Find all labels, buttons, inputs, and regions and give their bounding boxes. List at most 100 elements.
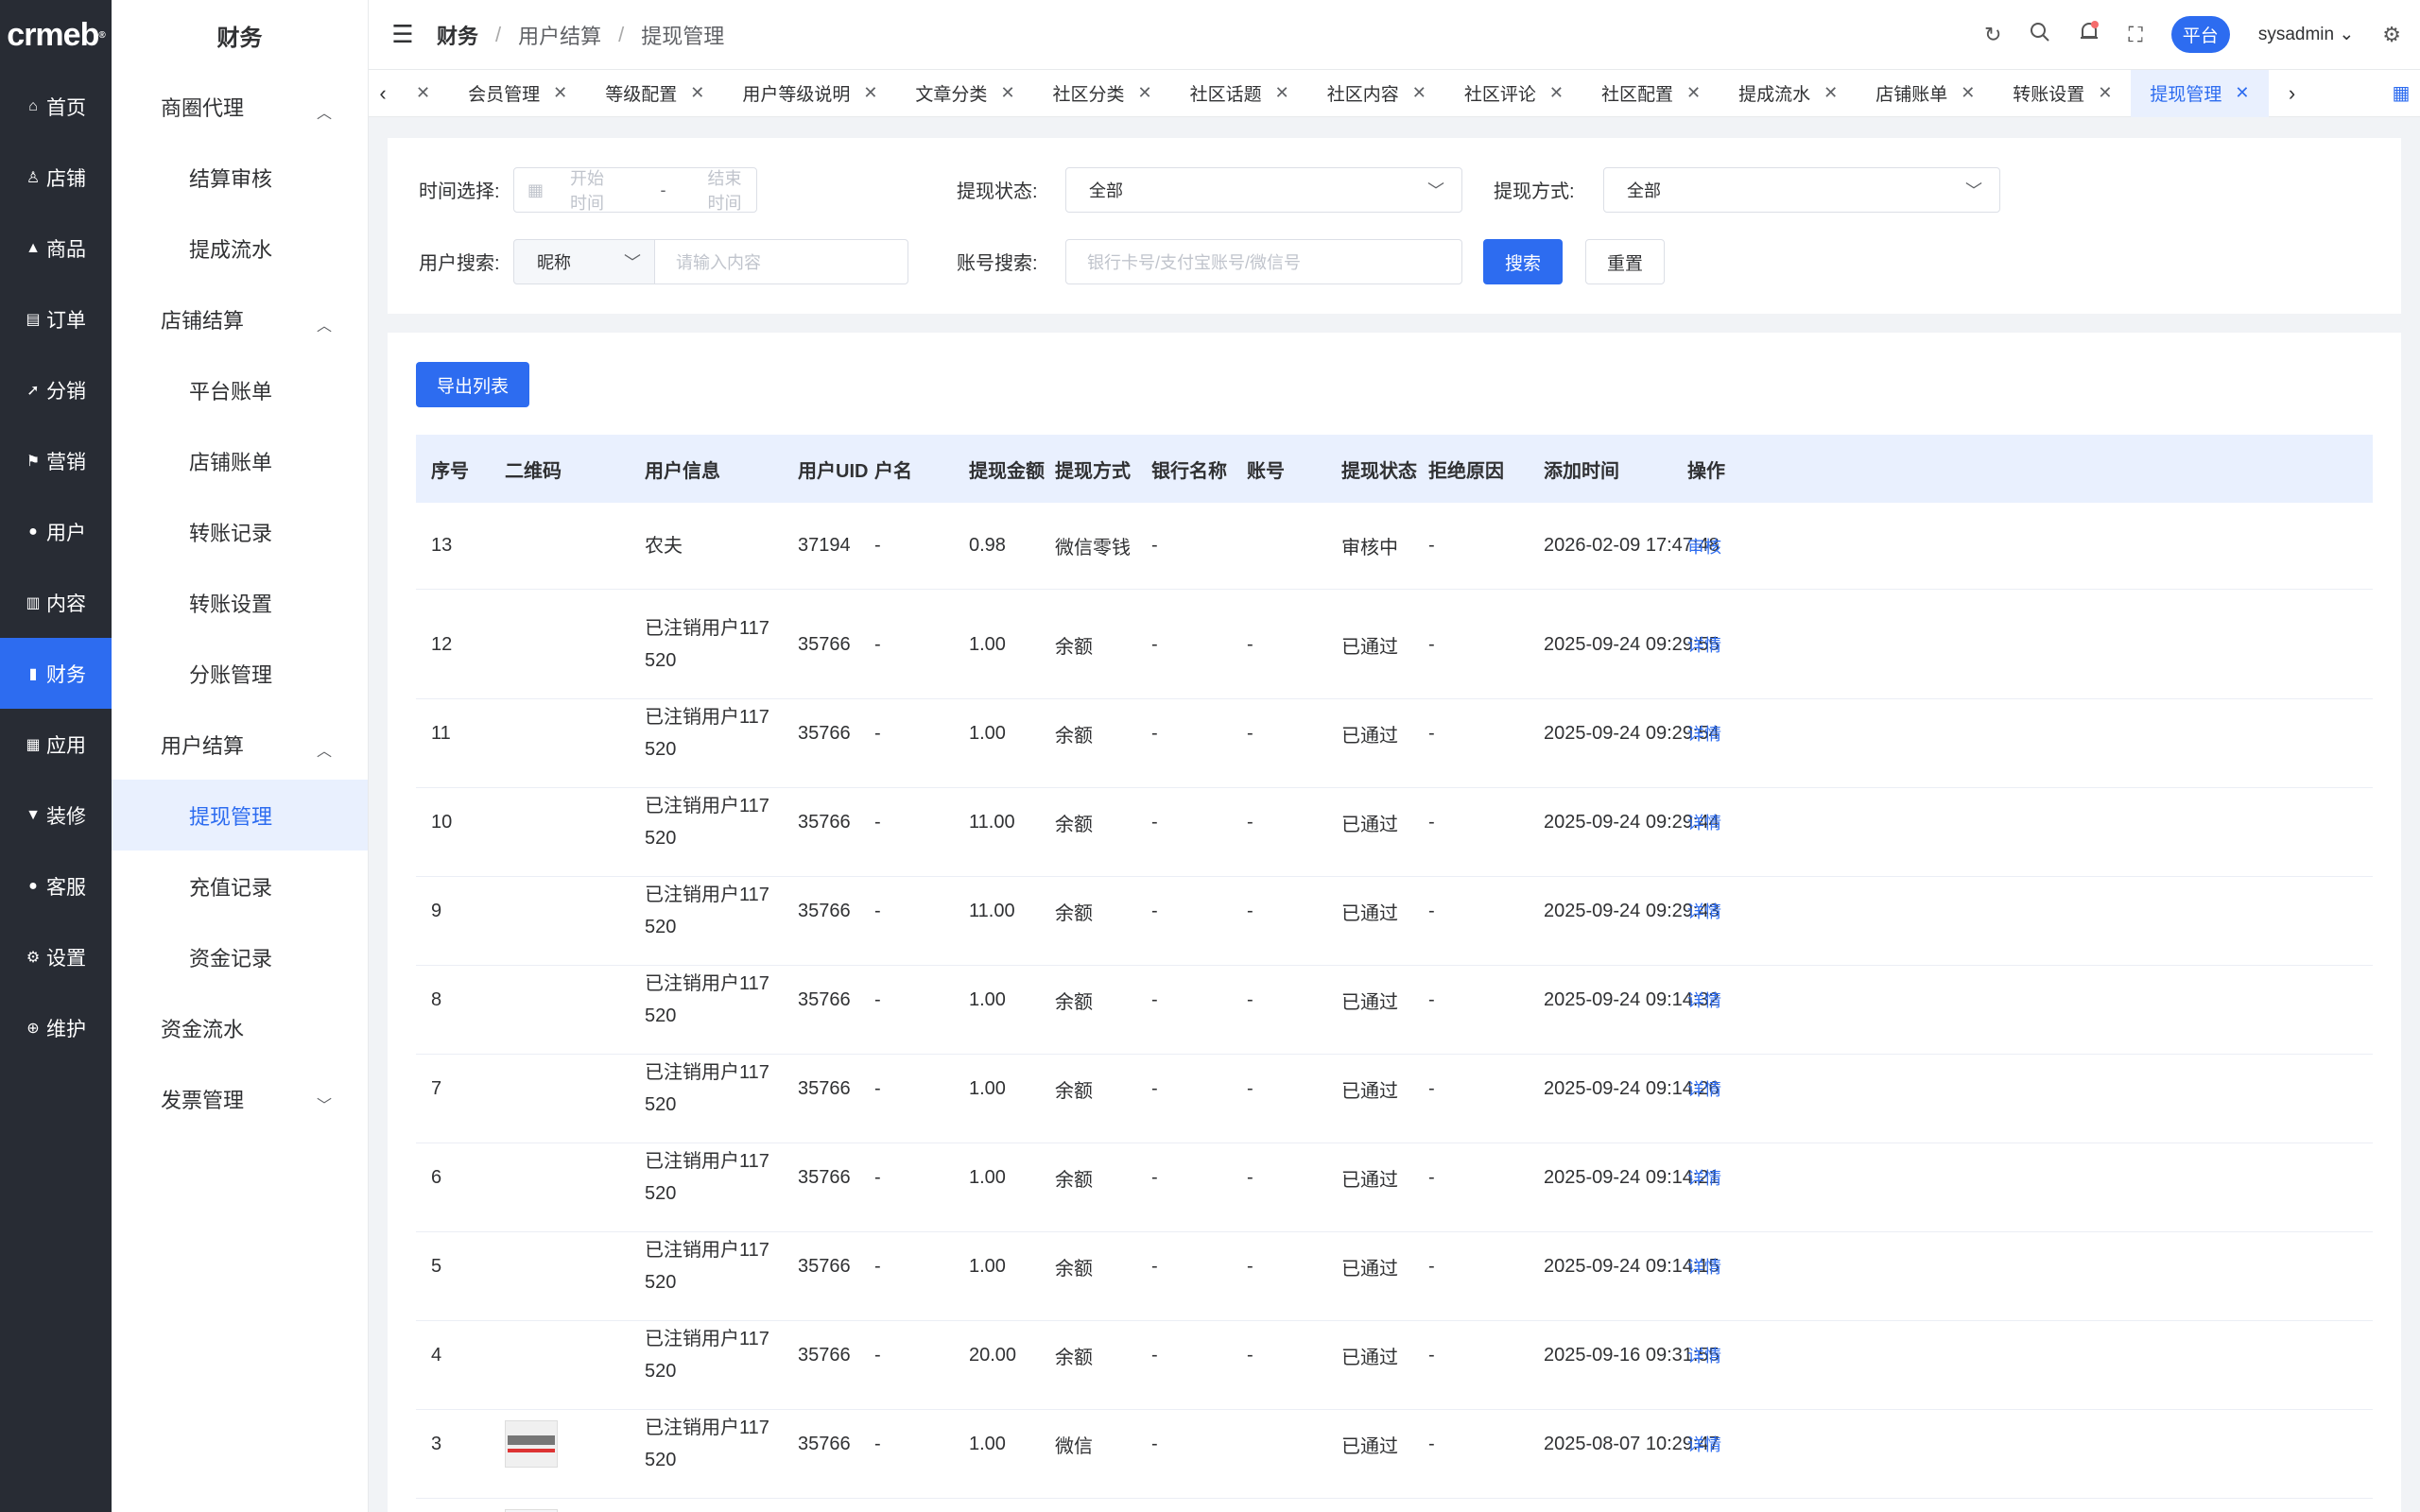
rail-item-6[interactable]: ● 用户	[0, 496, 112, 567]
method-select[interactable]: 全部 ﹀	[1603, 167, 2000, 213]
detail-link[interactable]: 详情	[1687, 1479, 1721, 1512]
tab-9[interactable]: 提成流水 ✕	[1720, 70, 1857, 117]
submenu-group-3[interactable]: 店铺结算 ︿	[112, 284, 368, 354]
close-icon[interactable]: ✕	[863, 83, 877, 103]
submenu-label: 转账记录	[189, 521, 273, 545]
account-search-input[interactable]: 银行卡号/支付宝账号/微信号	[1065, 239, 1462, 284]
submenu-label: 资金流水	[161, 1017, 245, 1041]
account-search-placeholder: 银行卡号/支付宝账号/微信号	[1087, 253, 1302, 272]
date-range-picker[interactable]: ▦ 开始时间 - 结束时间	[513, 167, 757, 213]
close-icon[interactable]: ✕	[1549, 83, 1564, 103]
tab-6[interactable]: 社区内容 ✕	[1308, 70, 1445, 117]
close-icon[interactable]: ✕	[1275, 83, 1289, 103]
tab-2[interactable]: 用户等级说明 ✕	[723, 70, 896, 117]
submenu-item-5[interactable]: 店铺账单	[112, 425, 368, 496]
close-icon[interactable]: ✕	[553, 83, 567, 103]
rail-item-13[interactable]: ⊕ 维护	[0, 992, 112, 1063]
fullscreen-icon[interactable]: ⛶	[2128, 23, 2142, 47]
status-select[interactable]: 全部 ﹀	[1065, 167, 1462, 213]
tab-close-stub[interactable]: ✕	[397, 70, 449, 117]
table-row: 13 农夫 37194-0.98 微信零钱 - 审核中 -2026-02-09 17:47:…	[416, 503, 2373, 590]
submenu-label: 商圈代理	[161, 95, 245, 120]
close-icon[interactable]: ✕	[1138, 83, 1152, 103]
rail-item-0[interactable]: ⌂ 首页	[0, 71, 112, 142]
close-icon[interactable]: ✕	[1000, 83, 1014, 103]
brand-logo[interactable]: crmeb ®	[0, 0, 112, 71]
review-link[interactable]: 审核	[1687, 503, 1721, 589]
submenu-item-11[interactable]: 充值记录	[112, 850, 368, 921]
user-info-line: 520	[645, 1450, 677, 1470]
rail-item-2[interactable]: ▲ 商品	[0, 213, 112, 284]
start-time-input[interactable]: 开始时间	[570, 165, 618, 215]
tab-10[interactable]: 店铺账单 ✕	[1857, 70, 1994, 117]
notification-bell-icon[interactable]	[2079, 20, 2100, 49]
menu-toggle-icon[interactable]: ☰	[369, 20, 437, 49]
rail-item-5[interactable]: ⚑ 营销	[0, 425, 112, 496]
close-icon[interactable]: ✕	[416, 83, 430, 103]
tabs-menu-grid-icon[interactable]: ▦	[2382, 81, 2420, 105]
close-icon[interactable]: ✕	[2098, 83, 2112, 103]
tabs-scroll-right-icon[interactable]: ›	[2278, 81, 2307, 106]
submenu-item-12[interactable]: 资金记录	[112, 921, 368, 992]
settings-gear-icon[interactable]: ⚙	[2382, 23, 2401, 47]
qr-code-image[interactable]	[505, 1420, 558, 1468]
submenu-item-1[interactable]: 结算审核	[112, 142, 368, 213]
submenu-group-13[interactable]: 资金流水	[112, 992, 368, 1063]
breadcrumb: 财务 / 用户结算 / 提现管理	[437, 20, 724, 50]
rail-item-11[interactable]: ● 客服	[0, 850, 112, 921]
main-nav-rail: crmeb ® ⌂ 首页 ♙ 店铺 ▲ 商品 ▤ 订单 ➚ 分销 ⚑ 营销 ● 用户 ▥ 内容 ▮ 财务 ▦ 应用 ▼ 装修…	[0, 0, 112, 1512]
refresh-icon[interactable]: ↻	[1984, 23, 2001, 47]
tab-4[interactable]: 社区分类 ✕	[1034, 70, 1171, 117]
rail-item-8[interactable]: ▮ 财务	[0, 638, 112, 709]
close-icon[interactable]: ✕	[2235, 83, 2249, 103]
submenu-item-4[interactable]: 平台账单	[112, 354, 368, 425]
rail-item-7[interactable]: ▥ 内容	[0, 567, 112, 638]
rail-item-9[interactable]: ▦ 应用	[0, 709, 112, 780]
breadcrumb-item[interactable]: 财务	[437, 20, 478, 50]
user-info-line: 已注销用户117	[645, 796, 769, 816]
submenu-item-6[interactable]: 转账记录	[112, 496, 368, 567]
tab-11[interactable]: 转账设置 ✕	[1994, 70, 2131, 117]
rail-item-12[interactable]: ⚙ 设置	[0, 921, 112, 992]
export-list-button[interactable]: 导出列表	[416, 362, 529, 407]
user-search-input[interactable]: 请输入内容	[654, 239, 908, 284]
tab-12[interactable]: 提现管理 ✕	[2131, 69, 2269, 117]
tabs-scroll-left-icon[interactable]: ‹	[369, 81, 397, 106]
tab-3[interactable]: 文章分类 ✕	[896, 70, 1033, 117]
submenu-group-0[interactable]: 商圈代理 ︿	[112, 71, 368, 142]
reset-button[interactable]: 重置	[1585, 239, 1665, 284]
submenu-item-2[interactable]: 提成流水	[112, 213, 368, 284]
close-icon[interactable]: ✕	[1686, 83, 1701, 103]
close-icon[interactable]: ✕	[1961, 83, 1975, 103]
search-button[interactable]: 搜索	[1483, 239, 1563, 284]
submenu-item-10[interactable]: 提现管理	[112, 780, 368, 850]
user-search-type-select[interactable]: 昵称 ﹀	[513, 239, 655, 284]
cell-status: 审核中	[1341, 538, 1398, 558]
user-menu[interactable]: sysadmin ⌄	[2258, 24, 2354, 45]
tab-8[interactable]: 社区配置 ✕	[1582, 70, 1720, 117]
close-icon[interactable]: ✕	[1824, 83, 1838, 103]
submenu-group-14[interactable]: 发票管理 ﹀	[112, 1063, 368, 1134]
rail-item-10[interactable]: ▼ 装修	[0, 780, 112, 850]
chevron-up-icon: ︿	[317, 743, 333, 760]
tab-0[interactable]: 会员管理 ✕	[449, 70, 586, 117]
search-icon[interactable]	[2030, 22, 2050, 48]
rail-item-4[interactable]: ➚ 分销	[0, 354, 112, 425]
submenu-label: 提成流水	[189, 237, 273, 262]
close-icon[interactable]: ✕	[690, 83, 704, 103]
column-header: 提现方式	[1055, 460, 1131, 482]
rail-item-1[interactable]: ♙ 店铺	[0, 142, 112, 213]
table-row: 2已注销用户11735766-111.00微信-已通过-2025-08-07 0…	[416, 1479, 2373, 1512]
rail-item-3[interactable]: ▤ 订单	[0, 284, 112, 354]
breadcrumb-item[interactable]: 用户结算	[518, 20, 601, 50]
tab-1[interactable]: 等级配置 ✕	[586, 70, 723, 117]
submenu-item-7[interactable]: 转账设置	[112, 567, 368, 638]
submenu-item-8[interactable]: 分账管理	[112, 638, 368, 709]
submenu-group-9[interactable]: 用户结算 ︿	[112, 709, 368, 780]
breadcrumb-separator: /	[618, 22, 625, 46]
tab-7[interactable]: 社区评论 ✕	[1445, 70, 1582, 117]
platform-badge[interactable]: 平台	[2170, 16, 2230, 53]
tab-5[interactable]: 社区话题 ✕	[1171, 70, 1308, 117]
close-icon[interactable]: ✕	[1412, 83, 1426, 103]
end-time-input[interactable]: 结束时间	[708, 165, 756, 215]
